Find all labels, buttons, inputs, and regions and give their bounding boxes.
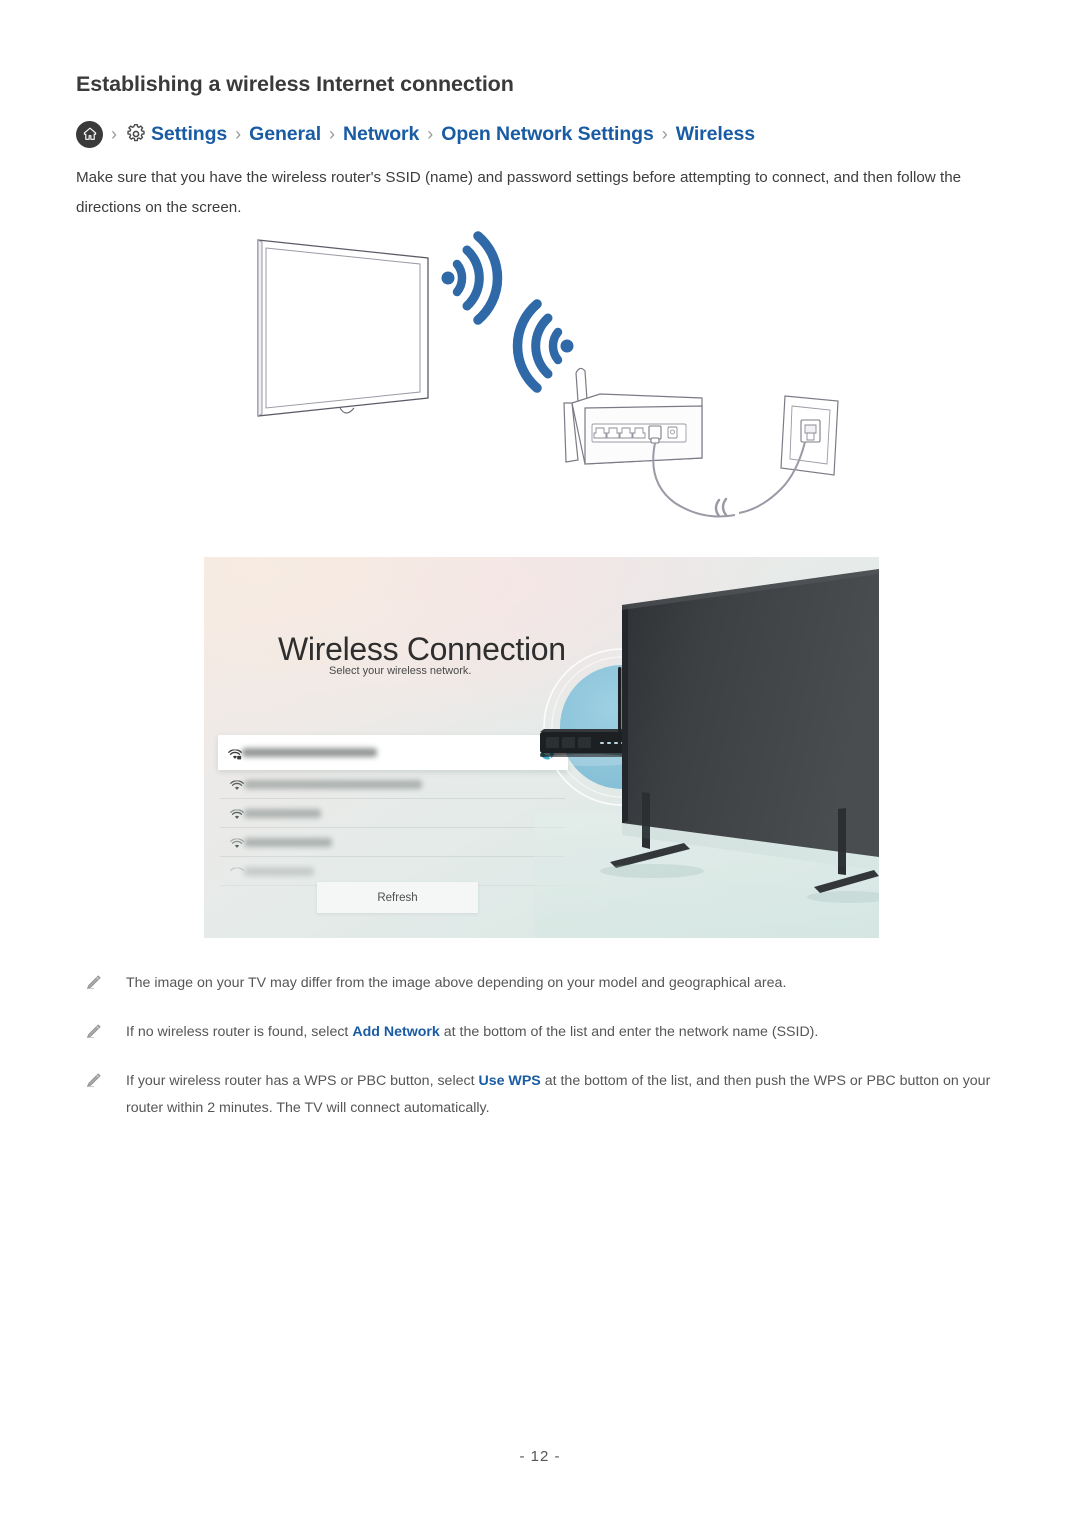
breadcrumb-item-settings[interactable]: Settings: [151, 123, 227, 146]
list-item[interactable]: [220, 799, 565, 828]
list-item[interactable]: [220, 770, 565, 799]
wireless-connection-diagram: [240, 228, 860, 528]
wireless-router-illustration: [563, 367, 703, 465]
pencil-icon: [83, 1022, 103, 1042]
home-icon[interactable]: [76, 120, 103, 148]
note-text: If no wireless router is found, select: [126, 1024, 353, 1040]
breadcrumb-item-wireless[interactable]: Wireless: [676, 123, 755, 146]
breadcrumb-separator-1: ›: [111, 124, 117, 144]
note-text: If your wireless router has a WPS or PBC…: [126, 1073, 479, 1089]
wifi-icon: [230, 808, 244, 819]
breadcrumb-item-network[interactable]: Network: [343, 123, 419, 146]
document-page: Establishing a wireless Internet connect…: [0, 0, 1080, 1527]
intro-paragraph: Make sure that you have the wireless rou…: [76, 169, 962, 216]
network-name: [244, 837, 332, 847]
breadcrumb-item-general[interactable]: General: [249, 123, 321, 146]
breadcrumb-separator-4: ›: [427, 124, 434, 144]
screen-title: Wireless Connection: [278, 631, 566, 667]
note-item: The image on your TV may differ from the…: [80, 970, 1020, 997]
breadcrumb-separator-3: ›: [329, 124, 336, 144]
pencil-icon: [83, 973, 103, 993]
page-title: Establishing a wireless Internet connect…: [76, 72, 514, 96]
tv-product-render: [534, 557, 879, 938]
note-link-add-network[interactable]: Add Network: [352, 1024, 440, 1040]
screen-subtitle: Select your wireless network.: [329, 665, 472, 677]
tv-ui-screenshot: Wireless Connection Select your wireless…: [204, 557, 879, 938]
breadcrumb-item-open-network-settings[interactable]: Open Network Settings: [441, 123, 654, 146]
wall-jack-illustration: [780, 395, 839, 476]
network-name: [244, 808, 321, 818]
television-illustration: [257, 239, 429, 417]
page-number: - 12 -: [519, 1448, 561, 1465]
note-text: The image on your TV may differ from the…: [126, 975, 787, 991]
notes-list: The image on your TV may differ from the…: [80, 970, 1020, 1144]
wifi-icon: [230, 866, 244, 877]
wifi-icon: [228, 747, 242, 759]
network-name: [242, 748, 377, 757]
breadcrumb-separator-5: ›: [661, 124, 668, 144]
network-name: [244, 779, 422, 789]
wifi-icon: [230, 837, 244, 848]
pencil-icon: [83, 1071, 103, 1091]
wifi-icon: [230, 779, 244, 790]
refresh-button[interactable]: Refresh: [317, 882, 478, 913]
wireless-network-list: [218, 735, 568, 886]
gear-icon[interactable]: [125, 123, 148, 146]
list-item[interactable]: [220, 828, 565, 857]
breadcrumb-separator-2: ›: [235, 124, 242, 144]
wifi-signal-arc-upper: [441, 231, 503, 325]
list-item[interactable]: [218, 735, 568, 770]
note-text: at the bottom of the list and enter the …: [439, 1024, 819, 1040]
network-name: [244, 866, 314, 876]
breadcrumb: › Settings › General › Network › Open Ne…: [76, 118, 755, 150]
note-item: If no wireless router is found, select A…: [80, 1019, 1020, 1046]
wifi-signal-arc-lower: [512, 299, 574, 393]
note-item: If your wireless router has a WPS or PBC…: [80, 1068, 1020, 1122]
cable-break-symbol: [714, 497, 728, 518]
note-link-use-wps[interactable]: Use WPS: [478, 1073, 540, 1089]
